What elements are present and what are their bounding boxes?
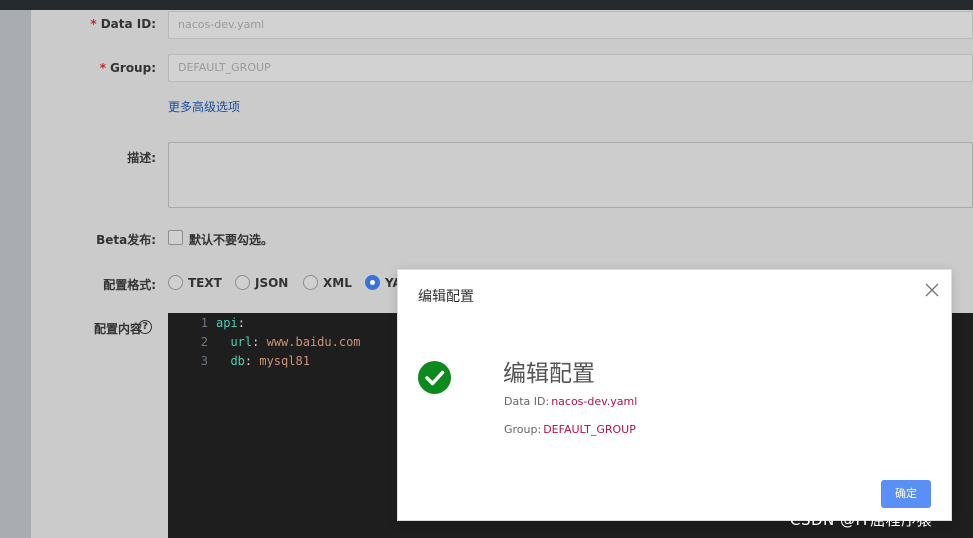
edit-config-dialog: 编辑配置 编辑配置 Data ID: nacos-dev.yaml Group: D…	[397, 269, 952, 521]
editor-gutter: 1 2 3	[168, 313, 212, 538]
beta-checkbox-text: 默认不要勾选。	[189, 233, 274, 247]
format-label: 配置格式:	[103, 278, 156, 292]
code-line: api:	[216, 316, 245, 330]
dialog-heading: 编辑配置	[503, 361, 595, 387]
description-label: 描述:	[127, 151, 156, 165]
help-icon[interactable]: ?	[138, 320, 152, 334]
confirm-button[interactable]: 确定	[881, 480, 931, 508]
radio-yaml[interactable]	[365, 275, 380, 290]
group-field[interactable]: DEFAULT_GROUP	[168, 54, 973, 82]
dialog-group: Group: DEFAULT_GROUP	[504, 423, 636, 436]
content-label: 配置内容	[93, 322, 142, 336]
radio-json-label: JSON	[255, 276, 289, 290]
advanced-options-link[interactable]: 更多高级选项	[168, 98, 240, 115]
radio-text-label: TEXT	[188, 276, 222, 290]
radio-json[interactable]	[235, 275, 250, 290]
left-sidebar-strip	[0, 10, 31, 538]
close-icon[interactable]	[923, 281, 941, 299]
beta-label: Beta发布:	[96, 233, 156, 247]
group-label: * Group:	[99, 61, 156, 75]
description-textarea[interactable]	[168, 142, 973, 208]
data-id-label: * Data ID:	[90, 17, 156, 31]
line-number: 3	[200, 354, 208, 368]
radio-text[interactable]	[168, 275, 183, 290]
dialog-title: 编辑配置	[418, 289, 474, 305]
code-line: url: www.baidu.com	[230, 335, 361, 349]
watermark: CSDN @IT屈程序猿	[790, 511, 933, 529]
line-number: 1	[200, 316, 208, 330]
radio-xml[interactable]	[303, 275, 318, 290]
data-id-field[interactable]: nacos-dev.yaml	[168, 11, 973, 39]
dialog-data-id: Data ID: nacos-dev.yaml	[504, 395, 638, 408]
top-bar	[0, 0, 973, 10]
check-circle-icon	[418, 361, 451, 394]
radio-xml-label: XML	[323, 276, 352, 290]
beta-checkbox[interactable]	[168, 230, 183, 245]
line-number: 2	[200, 335, 208, 349]
code-line: db: mysql81	[230, 354, 310, 368]
